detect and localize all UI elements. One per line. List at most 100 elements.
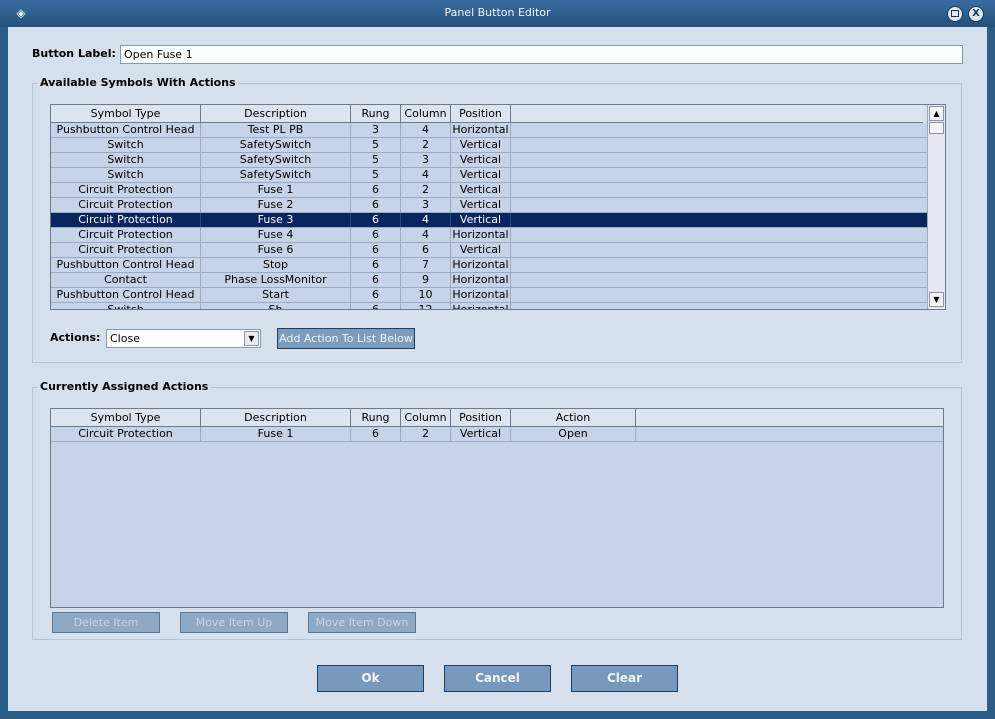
row-filler [511, 138, 927, 152]
dialog-body: Button Label: Available Symbols With Act… [8, 27, 987, 711]
table-row[interactable]: Circuit Protection Fuse 1 6 2 Vertical [51, 183, 927, 198]
maximize-icon [951, 10, 959, 17]
table-cell: Pushbutton Control Head [51, 258, 201, 272]
table-cell: 6 [351, 183, 401, 197]
table-cell: Horizontal [451, 258, 511, 272]
row-filler [511, 243, 927, 257]
table-cell: Vertical [451, 183, 511, 197]
vertical-scrollbar[interactable]: ▲ ▼ [927, 105, 945, 309]
table-row[interactable]: Switch Sh 6 12 Horizontal [51, 303, 927, 309]
cancel-button[interactable]: Cancel [444, 665, 551, 692]
table-cell: Circuit Protection [51, 198, 201, 212]
clear-button[interactable]: Clear [571, 665, 678, 692]
table-cell: Circuit Protection [51, 183, 201, 197]
table-row[interactable]: Circuit Protection Fuse 1 6 2 Vertical Open [51, 427, 943, 442]
table-row[interactable]: Pushbutton Control Head Start 6 10 Horizonta… [51, 288, 927, 303]
assigned-actions-grid[interactable]: Symbol Type Description Rung Column Posi… [50, 408, 944, 608]
actions-selected-value: Close [110, 332, 140, 345]
table-row[interactable]: Circuit Protection Fuse 6 6 6 Vertical [51, 243, 927, 258]
table-cell: SafetySwitch [201, 138, 351, 152]
col-header-action[interactable]: Action [511, 409, 636, 426]
table-row[interactable]: Circuit Protection Fuse 3 6 4 Vertical [51, 213, 927, 228]
table-cell: Circuit Protection [51, 213, 201, 227]
table-cell: 4 [401, 228, 451, 242]
table-cell: Vertical [451, 213, 511, 227]
close-button[interactable]: X [968, 6, 984, 22]
table-cell: 4 [401, 213, 451, 227]
table-cell: Test PL PB [201, 123, 351, 137]
move-item-up-button[interactable]: Move Item Up [180, 612, 288, 633]
table-cell: Horizontal [451, 288, 511, 302]
table-cell: Circuit Protection [51, 228, 201, 242]
table-cell: 7 [401, 258, 451, 272]
table-cell: 6 [351, 273, 401, 287]
col-header-column[interactable]: Column [401, 105, 451, 122]
table-row[interactable]: Switch SafetySwitch 5 4 Vertical [51, 168, 927, 183]
scroll-thumb[interactable] [929, 122, 944, 134]
close-icon: X [972, 8, 980, 19]
table-cell: 5 [351, 138, 401, 152]
col-header-rung[interactable]: Rung [351, 105, 401, 122]
table-row[interactable]: Circuit Protection Fuse 2 6 3 Vertical [51, 198, 927, 213]
table-cell: 5 [351, 168, 401, 182]
table-cell: 6 [351, 303, 401, 309]
row-filler [511, 153, 927, 167]
scroll-up-icon[interactable]: ▲ [929, 106, 944, 121]
table-cell: Circuit Protection [51, 427, 201, 441]
ok-button[interactable]: Ok [317, 665, 424, 692]
table-cell: Fuse 3 [201, 213, 351, 227]
row-filler [511, 168, 927, 182]
col-header-description[interactable]: Description [201, 409, 351, 426]
col-header-position[interactable]: Position [451, 105, 511, 122]
table-cell: 6 [351, 427, 401, 441]
button-label-input[interactable] [120, 45, 963, 64]
header-filler [636, 409, 943, 426]
table-row[interactable]: Circuit Protection Fuse 4 6 4 Horizontal [51, 228, 927, 243]
delete-item-button[interactable]: Delete Item [52, 612, 160, 633]
row-filler [511, 198, 927, 212]
col-header-symbol-type[interactable]: Symbol Type [51, 409, 201, 426]
row-filler [511, 228, 927, 242]
table-cell: Pushbutton Control Head [51, 123, 201, 137]
col-header-column[interactable]: Column [401, 409, 451, 426]
col-header-symbol-type[interactable]: Symbol Type [51, 105, 201, 122]
table-cell: 5 [351, 153, 401, 167]
col-header-rung[interactable]: Rung [351, 409, 401, 426]
row-filler [511, 258, 927, 272]
actions-dropdown[interactable]: Close ▼ [106, 329, 261, 348]
table-cell: Vertical [451, 168, 511, 182]
table-cell: Horizontal [451, 273, 511, 287]
table-row[interactable]: Switch SafetySwitch 5 2 Vertical [51, 138, 927, 153]
row-filler [511, 123, 927, 137]
table-cell: Switch [51, 303, 201, 309]
chevron-down-icon[interactable]: ▼ [244, 331, 259, 346]
table-cell: Vertical [451, 153, 511, 167]
table-cell: 2 [401, 427, 451, 441]
available-symbols-grid[interactable]: Symbol Type Description Rung Column Posi… [50, 104, 946, 310]
grid-header: Symbol Type Description Rung Column Posi… [51, 409, 943, 427]
table-cell: SafetySwitch [201, 153, 351, 167]
col-header-position[interactable]: Position [451, 409, 511, 426]
actions-label: Actions: [50, 331, 101, 344]
row-filler [511, 303, 927, 309]
table-cell: Switch [51, 138, 201, 152]
title-bar[interactable]: ◈ Panel Button Editor X [0, 0, 995, 27]
scroll-down-icon[interactable]: ▼ [929, 292, 944, 307]
move-item-down-button[interactable]: Move Item Down [308, 612, 416, 633]
window-title: Panel Button Editor [444, 6, 551, 19]
add-action-button[interactable]: Add Action To List Below [277, 328, 415, 349]
maximize-button[interactable] [947, 6, 963, 22]
row-filler [511, 183, 927, 197]
table-cell: Horizontal [451, 303, 511, 309]
table-cell: Open [511, 427, 636, 441]
table-cell: Pushbutton Control Head [51, 288, 201, 302]
table-row[interactable]: Contact Phase LossMonitor 6 9 Horizontal [51, 273, 927, 288]
table-row[interactable]: Pushbutton Control Head Stop 6 7 Horizontal [51, 258, 927, 273]
table-row[interactable]: Switch SafetySwitch 5 3 Vertical [51, 153, 927, 168]
table-row[interactable]: Pushbutton Control Head Test PL PB 3 4 Horiz… [51, 123, 927, 138]
table-cell: Sh [201, 303, 351, 309]
table-cell: Stop [201, 258, 351, 272]
table-cell: 10 [401, 288, 451, 302]
table-cell: SafetySwitch [201, 168, 351, 182]
col-header-description[interactable]: Description [201, 105, 351, 122]
